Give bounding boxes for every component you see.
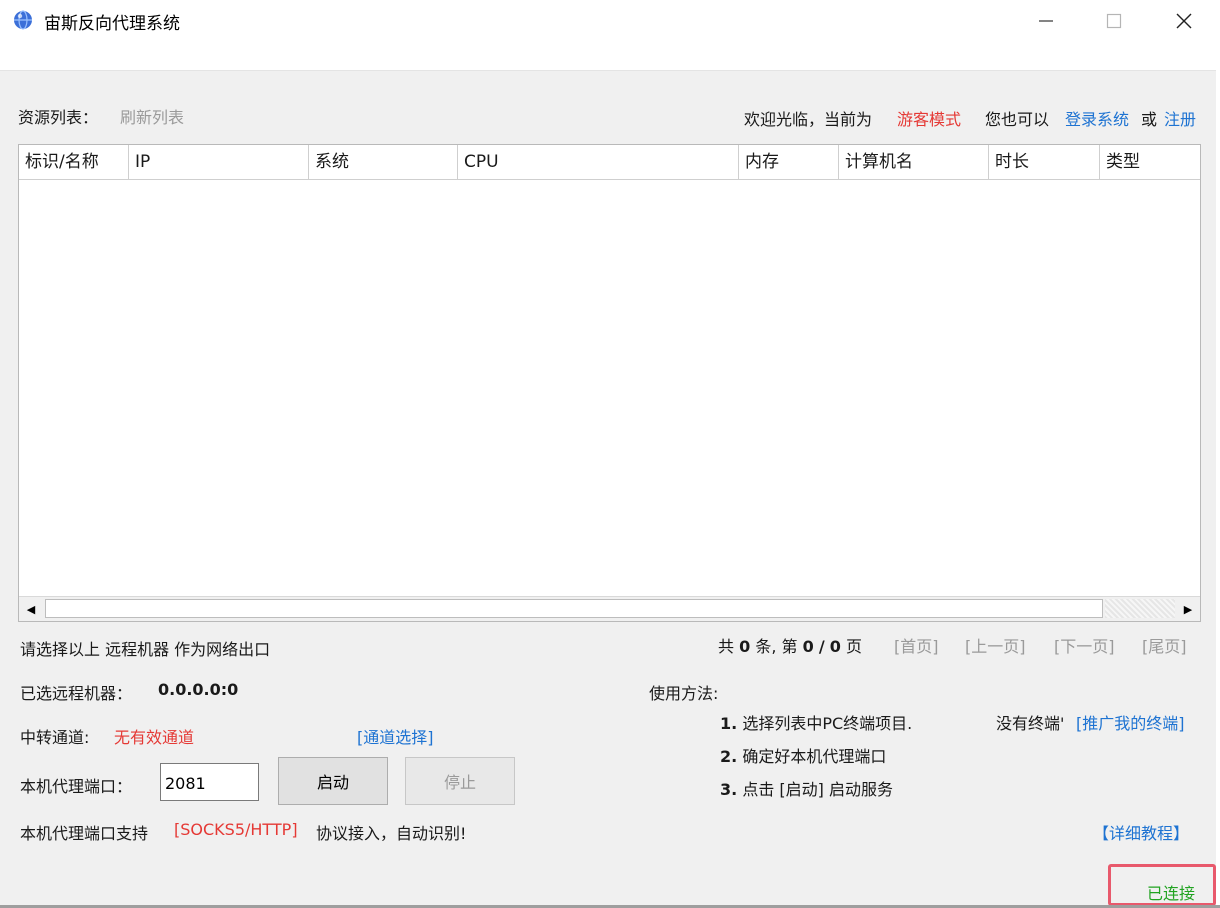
- triangle-left-icon: ◀: [26, 602, 36, 616]
- support-suffix-text: 协议接入，自动识别!: [316, 824, 467, 843]
- stop-button[interactable]: 停止: [405, 757, 515, 805]
- triangle-right-icon: ▶: [1183, 602, 1193, 616]
- no-terminal-text: 没有终端': [996, 714, 1065, 733]
- column-header-ip[interactable]: IP: [129, 145, 309, 179]
- table-header: 标识/名称 IP 系统 CPU 内存 计算机名 时长 类型: [19, 145, 1200, 180]
- support-prefix-text: 本机代理端口支持: [20, 824, 149, 843]
- resource-list-label: 资源列表：: [18, 108, 99, 127]
- pagination-summary: 共 0 条, 第 0 / 0 页: [718, 633, 862, 657]
- window-edge: [1216, 42, 1220, 908]
- tutorial-link[interactable]: 【详细教程】: [1093, 820, 1189, 844]
- scrollbar-thumb[interactable]: [45, 599, 1103, 618]
- usage-step-1: 1. 选择列表中PC终端项目.: [720, 710, 912, 734]
- total-prefix: 共: [718, 637, 735, 656]
- first-page-link[interactable]: [首页]: [894, 633, 939, 657]
- column-header-system[interactable]: 系统: [309, 145, 458, 179]
- scroll-left-button[interactable]: ◀: [19, 597, 43, 621]
- column-header-name[interactable]: 标识/名称: [19, 145, 129, 179]
- scroll-right-button[interactable]: ▶: [1176, 597, 1200, 621]
- promote-terminal-link[interactable]: [推广我的终端]: [1076, 710, 1185, 734]
- proxy-port-input[interactable]: [160, 763, 259, 801]
- relay-channel-value: 无有效通道: [114, 728, 195, 747]
- selected-machine-value: 0.0.0.0:0: [158, 680, 239, 699]
- page-unit: 页: [846, 637, 863, 656]
- scrollbar-track[interactable]: [1105, 599, 1175, 618]
- usage-title: 使用方法:: [649, 684, 719, 703]
- step-number: 1.: [720, 714, 738, 733]
- close-button[interactable]: [1154, 0, 1214, 42]
- page-total: 0: [829, 637, 841, 656]
- step-text: 点击 [启动] 启动服务: [742, 780, 893, 799]
- page-slash: /: [818, 637, 825, 656]
- login-link[interactable]: 登录系统: [1065, 106, 1129, 130]
- window-title: 宙斯反向代理系统: [44, 14, 180, 34]
- prev-page-link[interactable]: [上一页]: [965, 633, 1026, 657]
- current-page: 0: [802, 637, 814, 656]
- or-text: 或: [1141, 110, 1158, 129]
- connection-status: 已连接: [1147, 884, 1196, 903]
- globe-app-icon: [14, 10, 32, 30]
- step-number: 2.: [720, 747, 738, 766]
- proxy-port-label: 本机代理端口：: [20, 777, 133, 796]
- step-number: 3.: [720, 780, 738, 799]
- column-header-cpu[interactable]: CPU: [458, 145, 739, 179]
- usage-step-3: 3. 点击 [启动] 启动服务: [720, 776, 893, 800]
- last-page-link[interactable]: [尾页]: [1142, 633, 1187, 657]
- select-hint-text: 请选择以上 远程机器 作为网络出口: [20, 640, 271, 659]
- guest-mode-text: 游客模式: [897, 110, 962, 129]
- maximize-button[interactable]: [1084, 0, 1144, 42]
- relay-channel-label: 中转通道:: [20, 728, 90, 747]
- register-link[interactable]: 注册: [1164, 106, 1196, 130]
- protocol-text: [SOCKS5/HTTP]: [174, 820, 298, 839]
- column-header-computer-name[interactable]: 计算机名: [839, 145, 989, 179]
- refresh-list-link[interactable]: 刷新列表: [120, 104, 184, 128]
- horizontal-scrollbar[interactable]: ◀ ▶: [19, 596, 1200, 621]
- usage-step-2: 2. 确定好本机代理端口: [720, 743, 886, 767]
- column-header-duration[interactable]: 时长: [989, 145, 1100, 179]
- total-unit: 条, 第: [755, 637, 798, 656]
- column-header-type[interactable]: 类型: [1100, 145, 1200, 179]
- minimize-button[interactable]: [1016, 0, 1076, 42]
- maximize-icon: [1106, 13, 1122, 29]
- welcome-text: 欢迎光临，当前为: [744, 110, 873, 129]
- resource-table[interactable]: 标识/名称 IP 系统 CPU 内存 计算机名 时长 类型 ◀ ▶: [18, 144, 1201, 622]
- total-count: 0: [739, 637, 751, 656]
- close-icon: [1176, 13, 1192, 29]
- column-header-memory[interactable]: 内存: [739, 145, 839, 179]
- step-text: 选择列表中PC终端项目.: [742, 714, 913, 733]
- menu-strip: [0, 42, 1216, 71]
- next-page-link[interactable]: [下一页]: [1054, 633, 1115, 657]
- channel-select-link[interactable]: [通道选择]: [357, 724, 434, 748]
- minimize-icon: [1039, 20, 1053, 22]
- step-text: 确定好本机代理端口: [742, 747, 887, 766]
- selected-machine-label: 已选远程机器：: [20, 684, 133, 703]
- start-button[interactable]: 启动: [278, 757, 388, 805]
- also-can-text: 您也可以: [985, 110, 1050, 129]
